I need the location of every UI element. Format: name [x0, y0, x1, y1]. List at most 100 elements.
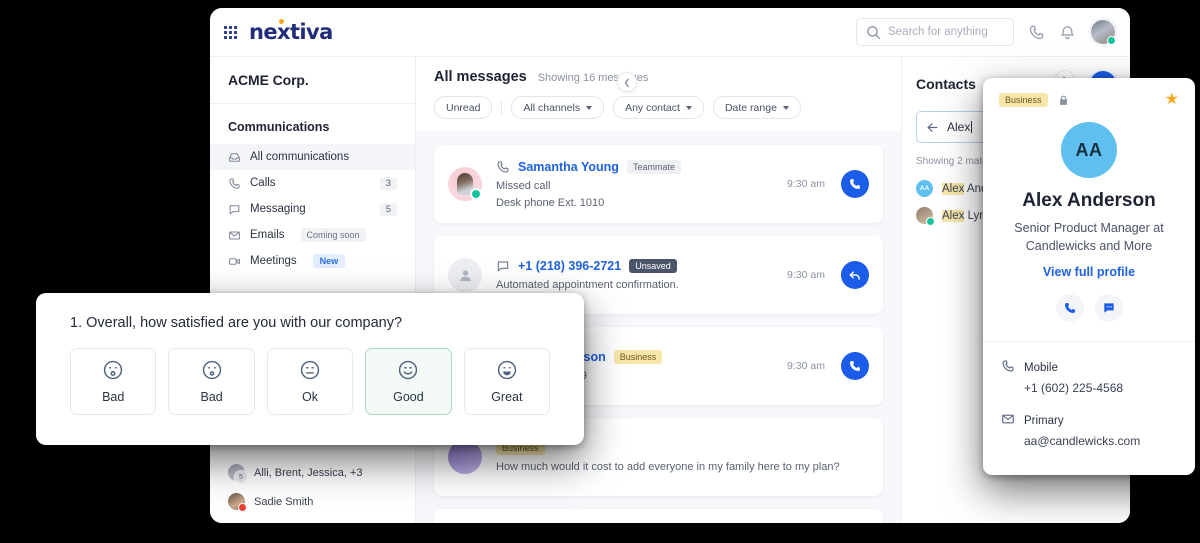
status-badge: Teammate [626, 159, 681, 174]
messages-column: All messages Showing 16 messages Unread … [416, 57, 901, 523]
survey-option-great[interactable]: Great [463, 348, 551, 415]
contact-name: Alex Anderson [1022, 190, 1156, 211]
status-dot [926, 217, 935, 226]
filter-unread[interactable]: Unread [434, 96, 493, 119]
filter-any-contact[interactable]: Any contact [613, 96, 704, 119]
envelope-icon [228, 229, 241, 242]
contact-field-primary-email: Primary aa@candlewicks.com [983, 395, 1195, 448]
avatar [448, 258, 482, 292]
call-button[interactable] [841, 352, 869, 380]
contact-name[interactable]: +1 (218) 396-2721 [518, 259, 621, 273]
contact-search-value: Alex [947, 120, 971, 134]
search-input[interactable]: Search for anything [856, 18, 1014, 46]
sidebar-item-all-communications[interactable]: All communications [210, 144, 415, 170]
sidebar-item-messaging[interactable]: Messaging 5 [210, 196, 415, 222]
avatar [916, 207, 935, 226]
phone-icon [228, 177, 241, 190]
filter-label: All channels [523, 101, 581, 114]
list-item[interactable]: Sadie Smith [210, 487, 415, 516]
avatar [228, 493, 247, 512]
status-dot [238, 503, 247, 512]
call-button[interactable] [1055, 294, 1084, 323]
contact-card-actions [983, 294, 1195, 323]
survey-option-label: Great [491, 390, 523, 404]
logo-text: nextiva [249, 20, 333, 44]
nextiva-logo[interactable]: nextiva [249, 19, 333, 44]
org-row[interactable]: ACME Corp. [210, 57, 415, 104]
avatar-initials: AA [919, 185, 930, 192]
field-value[interactable]: +1 (602) 225-4568 [1024, 381, 1123, 395]
survey-option-good[interactable]: Good [365, 348, 452, 415]
message-button[interactable] [1094, 294, 1123, 323]
chevron-down-icon [685, 105, 692, 110]
avatar-wrap [434, 440, 496, 474]
status-dot [470, 188, 482, 200]
face-very-sad-icon [102, 359, 124, 381]
table-row[interactable]: Samantha Young Teammate Missed call Desk… [434, 145, 883, 223]
star-icon[interactable]: ★ [1165, 92, 1179, 108]
sidebar-people-list: 5 Alli, Brent, Jessica, +3 Sadie Smith [210, 458, 415, 516]
text-caret [971, 121, 973, 133]
new-badge: New [312, 254, 346, 268]
survey-option-bad-2[interactable]: Bad [168, 348, 255, 415]
status-badge: Business [613, 350, 663, 364]
survey-option-label: Good [393, 390, 424, 404]
arrow-left-icon[interactable] [926, 121, 939, 134]
contact-role: Senior Product Manager at Candlewicks an… [1014, 221, 1164, 254]
coming-soon-badge: Coming soon [300, 228, 366, 242]
chat-bubble-icon [496, 259, 510, 273]
collapse-sidebar-button[interactable]: ❮ [617, 72, 637, 92]
avatar-initials: AA [1075, 139, 1103, 160]
contacts-title: Contacts [916, 76, 976, 92]
top-bar-actions: Search for anything [856, 18, 1116, 46]
sidebar-item-calls[interactable]: Calls 3 [210, 170, 415, 196]
field-value[interactable]: aa@candlewicks.com [1024, 434, 1140, 448]
filter-bar: Unread All channels Any contact Date ran… [434, 85, 883, 131]
table-row[interactable]: Ryan Billings +4 others [434, 509, 883, 523]
face-neutral-icon [299, 359, 321, 381]
message-line-2: Desk phone Ext. 1010 [496, 196, 605, 209]
divider [501, 100, 503, 115]
sidebar: ACME Corp. Communications All communicat… [210, 57, 416, 523]
sidebar-item-meetings[interactable]: Meetings New [210, 248, 415, 274]
grid-apps-icon[interactable] [224, 25, 237, 39]
filter-date-range[interactable]: Date range [712, 96, 801, 119]
person-name: Sadie Smith [254, 495, 314, 508]
match-highlight: Alex [942, 182, 965, 195]
sidebar-item-emails[interactable]: Emails Coming soon [210, 222, 415, 248]
phone-icon [1001, 359, 1015, 373]
avatar[interactable] [1090, 19, 1116, 45]
contact-card-header: Business ★ [983, 78, 1195, 108]
filter-all-channels[interactable]: All channels [511, 96, 605, 119]
face-sad-icon [201, 359, 223, 381]
call-button[interactable] [841, 170, 869, 198]
contact-name[interactable]: Samantha Young [518, 160, 619, 174]
sidebar-section-title: Communications [228, 120, 330, 134]
avatar: AA [1061, 122, 1117, 178]
reply-button[interactable] [841, 261, 869, 289]
survey-option-ok[interactable]: Ok [266, 348, 354, 415]
field-label: Mobile [1024, 362, 1058, 375]
survey-question: 1. Overall, how satisfied are you with o… [70, 315, 403, 331]
bell-icon[interactable] [1059, 24, 1076, 41]
status-badge: Unsaved [629, 259, 677, 273]
chevron-down-icon [586, 105, 593, 110]
message-body: Business How much would it cost to add e… [496, 441, 869, 473]
filter-label: Any contact [625, 101, 680, 114]
search-placeholder: Search for anything [888, 26, 988, 38]
view-full-profile-link[interactable]: View full profile [983, 265, 1195, 279]
list-item[interactable]: 5 Alli, Brent, Jessica, +3 [210, 458, 415, 487]
messages-header: All messages Showing 16 messages Unread … [416, 57, 901, 131]
group-avatar: 5 [228, 464, 248, 484]
logo-dot [279, 19, 284, 24]
person-name: Alli, Brent, Jessica, +3 [254, 466, 363, 479]
match-highlight: Alex [942, 209, 965, 222]
phone-icon[interactable] [1028, 24, 1045, 41]
page-title: All messages [434, 69, 527, 85]
sidebar-item-label: All communications [250, 151, 350, 163]
message-body: +1 (218) 396-2721 Unsaved Automated appo… [496, 259, 787, 291]
phone-icon [496, 160, 510, 174]
survey-option-bad-1[interactable]: Bad [70, 348, 157, 415]
org-name: ACME Corp. [228, 72, 309, 88]
field-label: Primary [1024, 415, 1064, 428]
